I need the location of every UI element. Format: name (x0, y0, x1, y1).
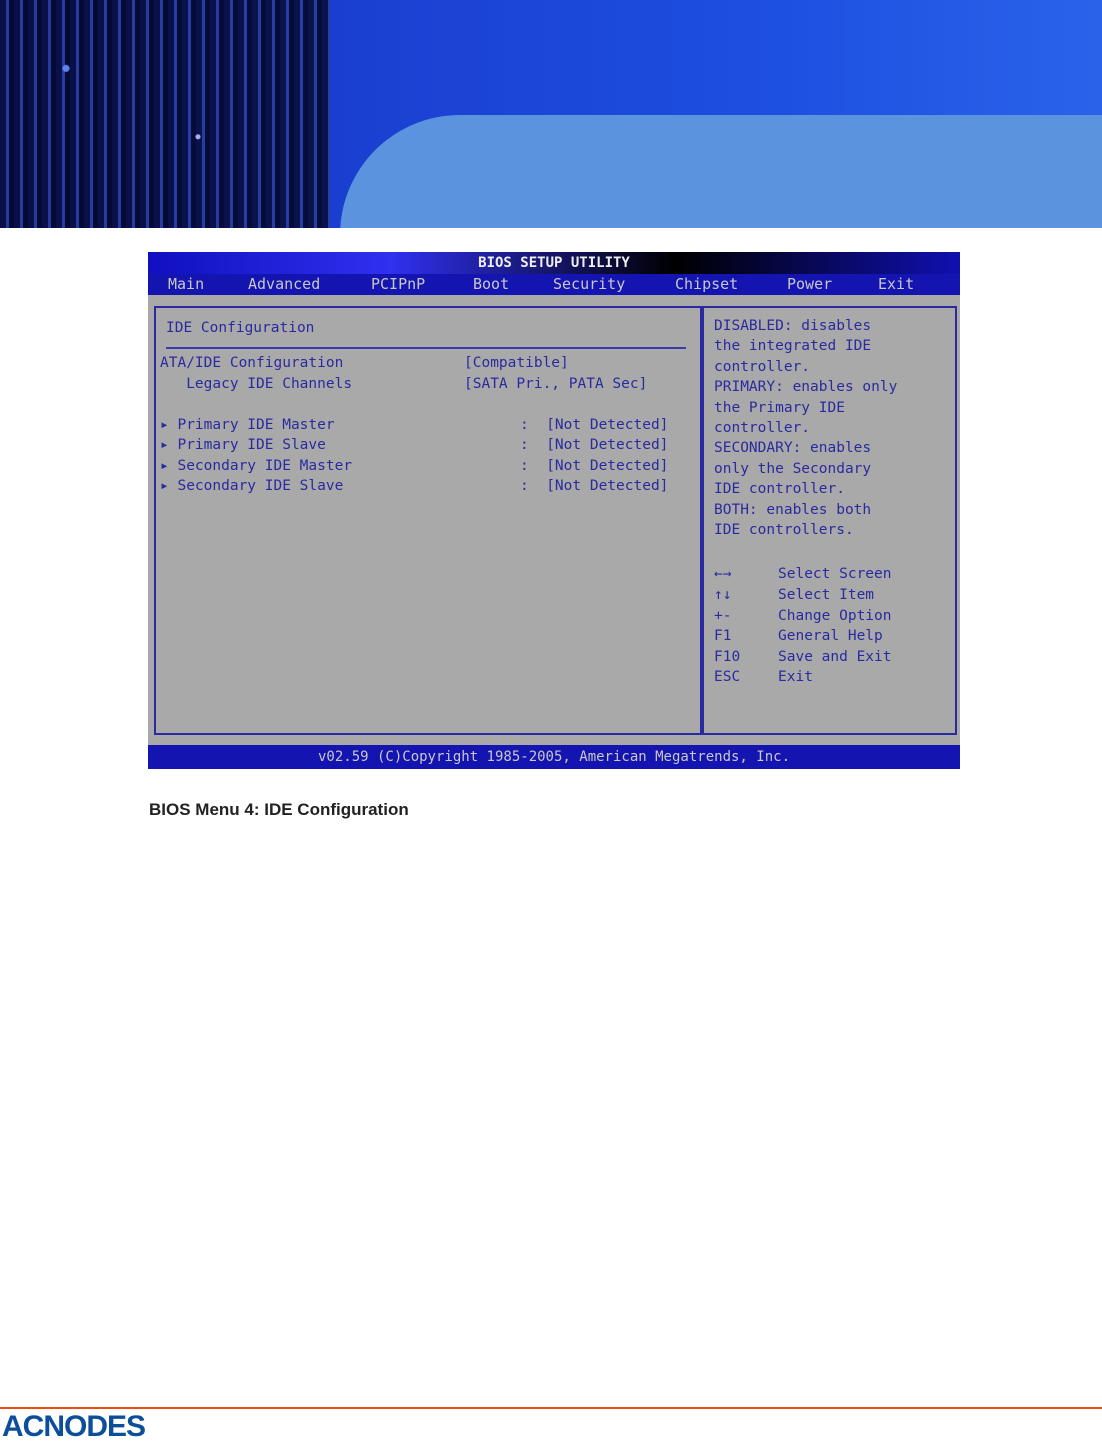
banner-curve (340, 115, 1102, 228)
submenu-label: Secondary IDE Slave (177, 478, 344, 494)
help-panel: DISABLED: disables the integrated IDE cont… (702, 306, 957, 735)
divider (166, 347, 686, 349)
setting-legacy-value[interactable]: [SATA Pri., PATA Sec] (464, 376, 647, 392)
submenu-item[interactable]: ▸ Secondary IDE Slave (160, 478, 343, 494)
settings-panel: IDE Configuration ATA/IDE Configuration … (154, 306, 702, 735)
key-legend-row: F1 General Help (714, 628, 883, 644)
submenu-label: Secondary IDE Master (177, 458, 353, 474)
submenu-value: : [Not Detected] (520, 478, 669, 494)
key-legend-row: ESC Exit (714, 669, 813, 685)
arrow-right-icon: ▸ (160, 458, 178, 474)
submenu-label: Primary IDE Slave (177, 437, 326, 453)
header-banner (0, 0, 1102, 228)
setting-ata-ide-label[interactable]: ATA/IDE Configuration (160, 355, 343, 371)
bios-footer: v02.59 (C)Copyright 1985-2005, American … (148, 745, 960, 769)
submenu-value: : [Not Detected] (520, 458, 669, 474)
bios-title: BIOS SETUP UTILITY (148, 252, 960, 274)
key-legend-row: +- Change Option (714, 608, 892, 624)
arrow-right-icon: ▸ (160, 417, 178, 433)
tab-pcipnp[interactable]: PCIPnP (371, 274, 425, 295)
key-legend-row: F10 Save and Exit (714, 649, 892, 665)
setting-legacy-label[interactable]: Legacy IDE Channels (160, 376, 352, 392)
submenu-label: Primary IDE Master (177, 417, 335, 433)
key-legend-row: ↑↓ Select Item (714, 587, 875, 603)
arrow-right-icon: ▸ (160, 437, 178, 453)
acnodes-logo: ACNODES (2, 1410, 146, 1443)
submenu-item[interactable]: ▸ Secondary IDE Master (160, 458, 352, 474)
submenu-value: : [Not Detected] (520, 417, 669, 433)
tab-boot[interactable]: Boot (473, 274, 509, 295)
section-title: IDE Configuration (166, 320, 315, 336)
bios-menu-bar: Main Advanced PCIPnP Boot Security Chips… (148, 274, 960, 295)
submenu-item[interactable]: ▸ Primary IDE Slave (160, 437, 326, 453)
bios-screen: BIOS SETUP UTILITY Main Advanced PCIPnP … (148, 252, 960, 769)
tab-security[interactable]: Security (553, 274, 625, 295)
tab-exit[interactable]: Exit (878, 274, 914, 295)
tab-chipset[interactable]: Chipset (675, 274, 738, 295)
key-legend-row: ←→ Select Screen (714, 566, 892, 582)
help-text: DISABLED: disables the integrated IDE cont… (714, 318, 898, 539)
tab-main[interactable]: Main (168, 274, 204, 295)
tab-power[interactable]: Power (787, 274, 832, 295)
submenu-item[interactable]: ▸ Primary IDE Master (160, 417, 335, 433)
submenu-value: : [Not Detected] (520, 437, 669, 453)
arrow-right-icon: ▸ (160, 478, 178, 494)
footer-rule (0, 1407, 1102, 1409)
setting-ata-ide-value[interactable]: [Compatible] (464, 355, 569, 371)
circuit-board-image (0, 0, 330, 228)
tab-advanced[interactable]: Advanced (248, 274, 320, 295)
figure-caption: BIOS Menu 4: IDE Configuration (149, 800, 409, 819)
